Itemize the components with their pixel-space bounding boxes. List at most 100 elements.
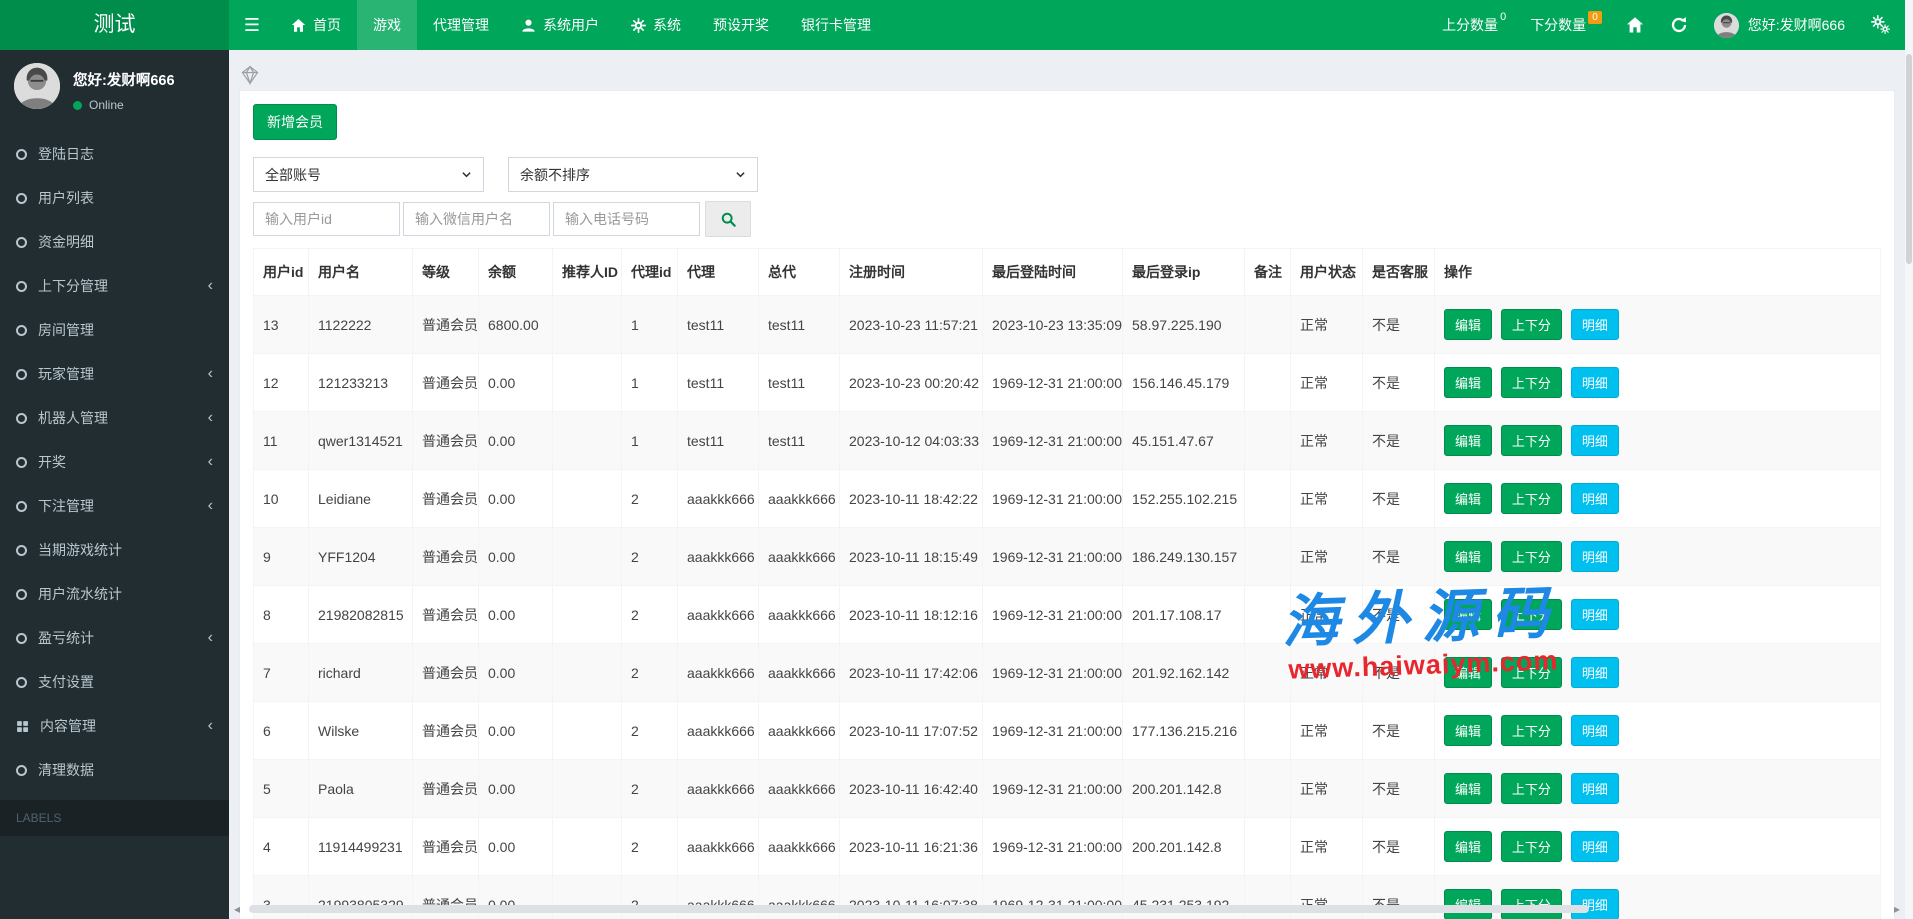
cell-actions: 编辑 上下分 明细 (1435, 702, 1881, 760)
sidebar-item-房间管理[interactable]: 房间管理 (0, 308, 229, 352)
sidebar-item-支付设置[interactable]: 支付设置 (0, 660, 229, 704)
chevron-left-icon: ‹ (208, 413, 213, 423)
nav-item-银行卡管理[interactable]: 银行卡管理 (785, 0, 887, 50)
sidebar-item-开奖[interactable]: 开奖‹ (0, 440, 229, 484)
detail-button[interactable]: 明细 (1571, 483, 1619, 514)
up-score-badge: 0 (1500, 11, 1506, 23)
search-button[interactable] (705, 201, 751, 237)
nav-item-首页[interactable]: 首页 (275, 0, 357, 50)
cell-is-service: 不是 (1363, 586, 1435, 644)
balance-sort-select[interactable]: 余额不排序 (508, 157, 758, 192)
refresh-button[interactable] (1670, 16, 1688, 34)
circle-icon (16, 281, 27, 292)
updown-score-button[interactable]: 上下分 (1501, 715, 1562, 746)
nav-item-游戏[interactable]: 游戏 (357, 0, 417, 50)
down-score-count[interactable]: 下分数量0 (1530, 15, 1600, 35)
edit-button[interactable]: 编辑 (1444, 599, 1492, 630)
sidebar-item-label: 下注管理 (38, 496, 94, 516)
edit-button[interactable]: 编辑 (1444, 831, 1492, 862)
cell-referrer-id (553, 760, 622, 818)
edit-button[interactable]: 编辑 (1444, 483, 1492, 514)
sidebar-item-用户流水统计[interactable]: 用户流水统计 (0, 572, 229, 616)
edit-button[interactable]: 编辑 (1444, 715, 1492, 746)
updown-score-button[interactable]: 上下分 (1501, 425, 1562, 456)
sidebar-item-资金明细[interactable]: 资金明细 (0, 220, 229, 264)
phone-input[interactable] (553, 202, 700, 236)
updown-score-button[interactable]: 上下分 (1501, 599, 1562, 630)
scroll-right-arrow-icon[interactable]: ▸ (1889, 902, 1905, 916)
sidebar-item-玩家管理[interactable]: 玩家管理‹ (0, 352, 229, 396)
updown-score-button[interactable]: 上下分 (1501, 541, 1562, 572)
main-content: 新增会员 全部账号 余额不排序 (229, 50, 1905, 919)
edit-button[interactable]: 编辑 (1444, 309, 1492, 340)
detail-button[interactable]: 明细 (1571, 831, 1619, 862)
horizontal-scrollbar-thumb[interactable] (249, 905, 1589, 913)
chevron-left-icon: ‹ (208, 633, 213, 643)
detail-button[interactable]: 明细 (1571, 715, 1619, 746)
updown-score-button[interactable]: 上下分 (1501, 773, 1562, 804)
updown-score-button[interactable]: 上下分 (1501, 657, 1562, 688)
updown-score-button[interactable]: 上下分 (1501, 483, 1562, 514)
vertical-scrollbar[interactable] (1905, 0, 1913, 919)
home-shortcut-button[interactable] (1626, 16, 1644, 34)
horizontal-scrollbar-track[interactable] (245, 904, 1889, 914)
edit-button[interactable]: 编辑 (1444, 425, 1492, 456)
detail-button[interactable]: 明细 (1571, 541, 1619, 572)
detail-button[interactable]: 明细 (1571, 367, 1619, 398)
wechat-name-input[interactable] (403, 202, 550, 236)
user-menu[interactable]: 您好:发财啊666 (1714, 13, 1845, 38)
sidebar-item-盈亏统计[interactable]: 盈亏统计‹ (0, 616, 229, 660)
edit-button[interactable]: 编辑 (1444, 773, 1492, 804)
nav-item-代理管理[interactable]: 代理管理 (417, 0, 505, 50)
column-header-推荐人ID: 推荐人ID (553, 249, 622, 296)
edit-button[interactable]: 编辑 (1444, 367, 1492, 398)
sidebar-user-panel: 您好:发财啊666 Online (0, 50, 229, 128)
sidebar-item-登陆日志[interactable]: 登陆日志 (0, 132, 229, 176)
account-filter-select[interactable]: 全部账号 (253, 157, 484, 192)
sidebar-toggle-button[interactable]: ☰ (229, 0, 275, 50)
circle-icon (16, 765, 27, 776)
updown-score-button[interactable]: 上下分 (1501, 831, 1562, 862)
cell-referrer-id (553, 470, 622, 528)
detail-button[interactable]: 明细 (1571, 425, 1619, 456)
sidebar-item-清理数据[interactable]: 清理数据 (0, 748, 229, 792)
edit-button[interactable]: 编辑 (1444, 541, 1492, 572)
user-id-input[interactable] (253, 202, 400, 236)
cell-last-login-time: 2023-10-23 13:35:09 (983, 296, 1123, 354)
nav-item-预设开奖[interactable]: 预设开奖 (697, 0, 785, 50)
column-header-最后登陆时间: 最后登陆时间 (983, 249, 1123, 296)
cell-balance: 0.00 (479, 586, 553, 644)
sidebar-item-label: 登陆日志 (38, 144, 94, 164)
sidebar-item-下注管理[interactable]: 下注管理‹ (0, 484, 229, 528)
up-score-count[interactable]: 上分数量0 (1442, 15, 1504, 35)
detail-button[interactable]: 明细 (1571, 599, 1619, 630)
brand-title[interactable]: 测试 (0, 0, 229, 50)
detail-button[interactable]: 明细 (1571, 773, 1619, 804)
sidebar-item-上下分管理[interactable]: 上下分管理‹ (0, 264, 229, 308)
add-member-button[interactable]: 新增会员 (253, 104, 337, 140)
nav-item-label: 系统 (653, 15, 681, 35)
circle-icon (16, 193, 27, 204)
sidebar-item-当期游戏统计[interactable]: 当期游戏统计 (0, 528, 229, 572)
updown-score-button[interactable]: 上下分 (1501, 367, 1562, 398)
column-header-等级: 等级 (413, 249, 479, 296)
detail-button[interactable]: 明细 (1571, 657, 1619, 688)
hamburger-icon: ☰ (244, 15, 260, 36)
sidebar-item-机器人管理[interactable]: 机器人管理‹ (0, 396, 229, 440)
settings-button[interactable] (1871, 15, 1891, 35)
nav-item-系统[interactable]: 系统 (615, 0, 697, 50)
horizontal-scrollbar[interactable]: ◂ ▸ (229, 901, 1905, 917)
circle-icon (16, 237, 27, 248)
table-row: 12 121233213 普通会员 0.00 1 test11 test11 2… (254, 354, 1881, 412)
scroll-left-arrow-icon[interactable]: ◂ (229, 902, 245, 916)
vertical-scrollbar-thumb[interactable] (1906, 54, 1912, 264)
detail-button[interactable]: 明细 (1571, 309, 1619, 340)
sidebar-item-内容管理[interactable]: 内容管理‹ (0, 704, 229, 748)
down-score-badge: 0 (1588, 11, 1602, 24)
column-header-是否客服: 是否客服 (1363, 249, 1435, 296)
updown-score-button[interactable]: 上下分 (1501, 309, 1562, 340)
edit-button[interactable]: 编辑 (1444, 657, 1492, 688)
nav-item-系统用户[interactable]: 系统用户 (505, 0, 615, 50)
sidebar-item-用户列表[interactable]: 用户列表 (0, 176, 229, 220)
cell-reg-time: 2023-10-23 11:57:21 (840, 296, 983, 354)
